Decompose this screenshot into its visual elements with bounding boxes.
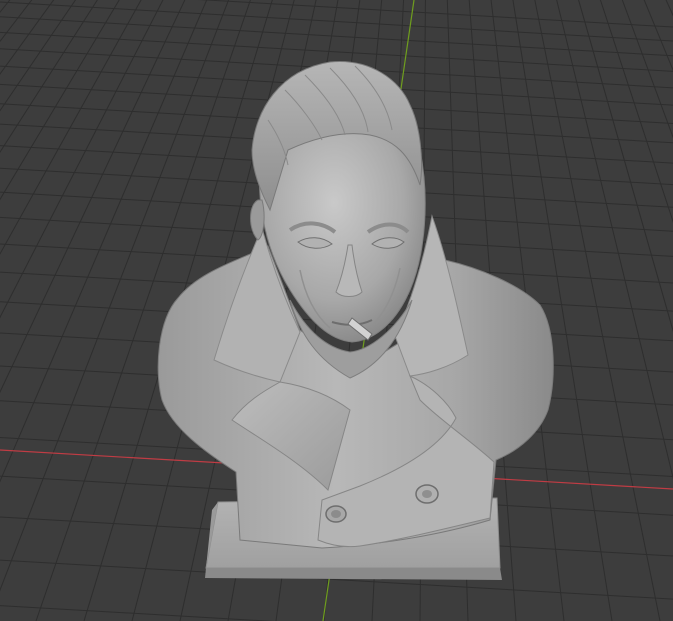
- viewport-canvas[interactable]: [0, 0, 673, 621]
- grid-line: [0, 16, 673, 57]
- 3d-viewport[interactable]: [0, 0, 673, 621]
- grid-line: [0, 605, 275, 621]
- bust-model[interactable]: [157, 61, 554, 580]
